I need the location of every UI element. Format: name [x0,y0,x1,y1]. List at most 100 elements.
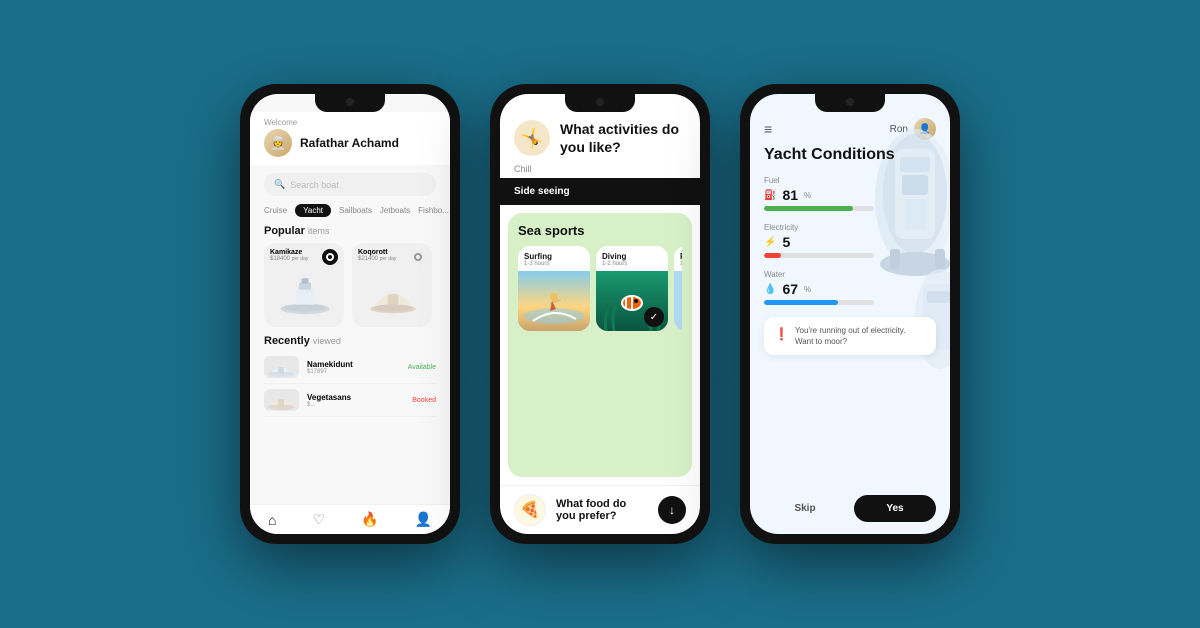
camera-1 [346,98,354,106]
water-value-row: 💧 67 % [764,281,936,297]
food-question: What food do you prefer? [556,498,648,522]
diving-time: 1-2 hours [602,261,662,267]
username: Rafathar Achamd [300,136,399,150]
user-row: 👳 Rafathar Achamd [264,129,436,157]
partial-info: P... 1-... [674,246,682,271]
recent-name-1: Namekidunt [307,360,400,369]
bottom-nav: ⌂ ♡ 🔥 👤 [250,504,450,534]
popular-section: Popular items Kamikaze $18400 per day [250,225,450,335]
fuel-bar-fill [764,206,853,211]
nav-favorites-icon[interactable]: ♡ [312,511,325,528]
diving-img: ✓ [596,271,668,331]
surfing-img [518,271,590,331]
activities-grid: Surfing 1-3 hours [518,246,682,331]
water-label: Water [764,270,936,279]
avatar: 👳 [264,129,292,157]
nav-trending-icon[interactable]: 🔥 [361,511,378,528]
search-icon: 🔍 [274,179,285,190]
warning-text: You're running out of electricity. Want … [795,325,926,347]
electricity-bar-bg [764,253,874,258]
recent-img-1 [264,356,299,378]
recent-item-1[interactable]: Namekidunt $17897 Available [264,351,436,384]
water-icon: 💧 [764,284,776,295]
boat-card-2[interactable]: Koqorott $21400 per day [352,243,432,327]
recent-name-2: Vegetasans [307,393,404,402]
surfing-time: 1-3 hours [524,261,584,267]
fuel-bar-bg [764,206,874,211]
electricity-bar-fill [764,253,781,258]
popular-sub: items [308,226,330,236]
search-bar[interactable]: 🔍 Search boat [264,173,436,196]
welcome-label: Welcome [264,118,436,127]
yes-button[interactable]: Yes [854,495,936,522]
menu-icon[interactable]: ≡ [764,121,772,137]
camera-3 [846,98,854,106]
water-bar-bg [764,300,874,305]
tab-sailboats[interactable]: Sailboats [339,206,372,215]
phone-2-screen: 🤸 What activities do you like? Chill Sid… [500,94,700,534]
phone-1: Welcome 👳 Rafathar Achamd 🔍 Search boat … [240,84,460,544]
notch-1 [315,94,385,112]
recent-price-1: $17897 [307,369,400,375]
tab-yacht-active[interactable]: Yacht [295,204,331,217]
warning-icon: ❗ [774,327,789,341]
sea-sports-section: Sea sports Surfing 1-3 hours [508,213,692,477]
nav-home-icon[interactable]: ⌂ [268,512,276,528]
down-arrow-button[interactable]: ↓ [658,496,686,524]
water-value: 67 [782,281,798,297]
activity-card-surfing[interactable]: Surfing 1-3 hours [518,246,590,331]
camera-2 [596,98,604,106]
category-tabs: Cruise Yacht Sailboats Jetboats Fishbo..… [250,204,450,225]
fuel-icon: ⛽ [764,190,776,201]
water-condition: Water 💧 67 % [764,270,936,305]
recent-price-2: $... [307,402,404,408]
tab-cruise[interactable]: Cruise [264,206,287,215]
notch-2 [565,94,635,112]
sea-sports-title: Sea sports [518,223,682,238]
notch-3 [815,94,885,112]
fuel-value-row: ⛽ 81 % [764,187,936,203]
recent-status-2: Booked [412,397,436,404]
recent-item-2[interactable]: Vegetasans $... Booked [264,384,436,417]
phone1-header: Welcome 👳 Rafathar Achamd [250,112,450,165]
electricity-value-row: ⚡ 5 [764,234,936,250]
diving-name: Diving [602,252,662,261]
nav-profile-icon[interactable]: 👤 [415,511,432,528]
activity-card-partial[interactable]: P... 1-... [674,246,682,331]
surfing-name: Surfing [524,252,584,261]
side-seeing-bar[interactable]: Side seeing [500,178,700,205]
recently-title: Recently viewed [264,335,436,347]
phone-1-screen: Welcome 👳 Rafathar Achamd 🔍 Search boat … [250,94,450,534]
fuel-label: Fuel [764,176,936,185]
recently-sub: viewed [313,336,341,346]
recent-img-2 [264,389,299,411]
activity-card-diving[interactable]: Diving 1-2 hours [596,246,668,331]
activities-title: What activities do you like? [560,120,686,156]
recent-status-1: Available [408,364,436,371]
phone-3: ≡ Ron 👤 Yacht Conditions Fuel ⛽ 81 % [740,84,960,544]
fuel-unit: % [804,191,811,200]
water-unit: % [804,285,811,294]
tab-jetboats[interactable]: Jetboats [380,206,410,215]
chill-label: Chill [500,164,700,178]
tab-fishboat[interactable]: Fishbo... [418,206,449,215]
search-placeholder: Search boat [290,180,339,190]
skip-button[interactable]: Skip [764,495,846,522]
boat-card-1[interactable]: Kamikaze $18400 per day [264,243,344,327]
warning-box: ❗ You're running out of electricity. Wan… [764,317,936,355]
phone2-header: 🤸 What activities do you like? [500,112,700,164]
popular-grid: Kamikaze $18400 per day Koqo [264,243,436,327]
recently-section: Recently viewed Namekidunt $17897 [250,335,450,504]
phone-2: 🤸 What activities do you like? Chill Sid… [490,84,710,544]
phone3-actions: Skip Yes [750,487,950,534]
fuel-value: 81 [782,187,798,203]
electricity-icon: ⚡ [764,237,776,248]
boat-btn-1[interactable] [322,249,338,265]
boat-btn-2[interactable] [410,249,426,265]
boat-img-1 [270,266,340,321]
food-icon: 🍕 [514,494,546,526]
phone3-content: Yacht Conditions Fuel ⛽ 81 % Electricity… [750,146,950,487]
electricity-condition: Electricity ⚡ 5 [764,223,936,258]
phone-3-screen: ≡ Ron 👤 Yacht Conditions Fuel ⛽ 81 % [750,94,950,534]
activity-icon: 🤸 [514,120,550,156]
